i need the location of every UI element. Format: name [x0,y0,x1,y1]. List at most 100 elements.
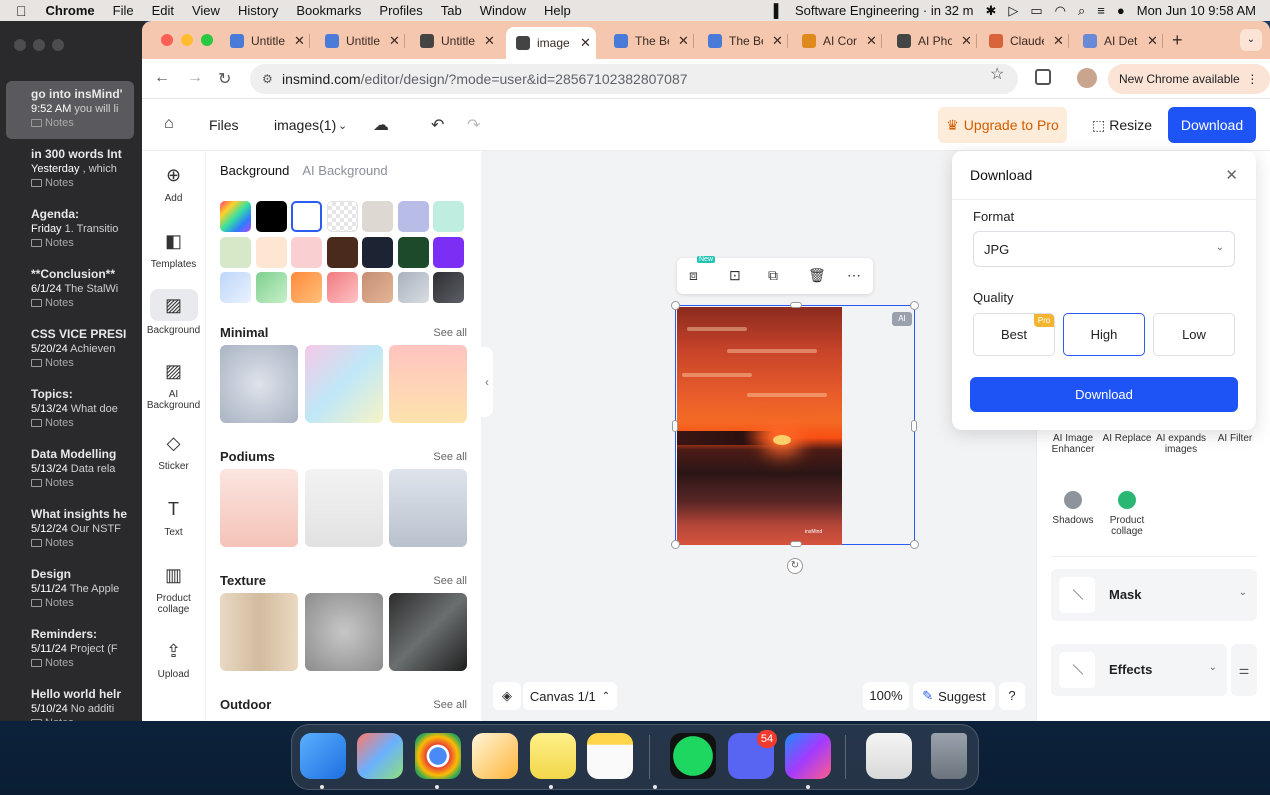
close-tab-icon[interactable]: ✕ [1147,33,1158,49]
files-button[interactable]: Files [209,117,239,133]
download-button[interactable]: Download [1168,107,1256,143]
note-item[interactable]: go into insMind' 9:52 AM you will li Notes [6,81,134,139]
calendar-event[interactable]: Software Engineering · in 32 m [795,3,973,18]
tab-ai-background[interactable]: AI Background [302,163,387,178]
close-tab-icon[interactable]: ✕ [678,33,689,49]
menu-bookmarks[interactable]: Bookmarks [287,3,370,18]
tab-2[interactable]: Untitle ✕ [315,27,405,55]
siri-icon[interactable]: ● [1117,3,1125,18]
tab-10[interactable]: AI Det ✕ [1073,27,1163,55]
color-swatch[interactable] [326,236,358,268]
stickies-icon[interactable] [530,733,576,779]
reload-icon[interactable]: ↻ [218,69,231,89]
menu-view[interactable]: View [183,3,229,18]
nav-sticker[interactable]: ◇ Sticker [142,431,205,472]
color-swatch[interactable] [362,272,393,303]
effects-settings-icon[interactable]: ⚌ [1231,644,1257,696]
tab-3[interactable]: Untitle ✕ [410,27,500,55]
chrome-icon[interactable] [415,733,461,779]
dialog-download-button[interactable]: Download [970,377,1238,412]
control-center-icon[interactable]: ≡ [1097,3,1105,18]
color-swatch[interactable] [220,201,251,232]
tab-7[interactable]: AI Cor ✕ [792,27,882,55]
duplicate-icon[interactable]: ⧉ [768,267,778,284]
preview-icon[interactable] [866,733,912,779]
home-icon[interactable]: ⌂ [164,115,174,133]
minimize-dot[interactable] [33,39,45,51]
note-item[interactable]: Data Modelling 5/13/24 Data rela Notes [6,441,134,499]
close-icon[interactable]: ✕ [1225,166,1238,184]
tab-background[interactable]: Background [220,163,289,178]
layers-icon[interactable]: ◈ [493,682,521,710]
tab-9[interactable]: Claude ✕ [979,27,1069,55]
close-tab-icon[interactable]: ✕ [484,33,495,49]
quality-high-option[interactable]: High [1063,313,1145,356]
note-item[interactable]: Reminders: 5/11/24 Project (F Notes [6,621,134,679]
background-thumbnail[interactable] [304,593,383,671]
tab-4[interactable]: image ✕ [506,27,596,59]
clock[interactable]: Mon Jun 10 9:58 AM [1137,3,1256,18]
forward-icon[interactable]: → [187,69,203,87]
note-item[interactable]: CSS VICE PRESI 5/20/24 Achieven Notes [6,321,134,379]
color-swatch[interactable] [433,272,464,303]
color-swatch[interactable] [255,272,287,303]
nav-text[interactable]: T Text [142,497,205,538]
note-item[interactable]: What insights he 5/12/24 Our NSTF Notes [6,501,134,559]
collapse-panel-handle[interactable]: ‹ [481,347,493,417]
tab-5[interactable]: The Be ✕ [604,27,694,55]
delete-icon[interactable]: 🗑 [808,267,826,284]
see-all-link[interactable]: See all [433,699,467,711]
right-tool[interactable]: AI Filter [1205,433,1265,444]
nav-background[interactable]: ▨ Background [142,289,205,336]
back-icon[interactable]: ← [154,69,170,87]
profile-avatar[interactable] [1077,68,1097,88]
quality-best-option[interactable]: Best Pro [973,313,1055,356]
color-swatch[interactable] [326,201,358,232]
filename-dropdown[interactable]: images(1) [274,117,336,133]
battery-icon[interactable]: ▭ [1030,3,1042,19]
note-item[interactable]: Agenda: Friday 1. Transitio Notes [6,201,134,259]
background-thumbnail[interactable] [389,593,467,671]
background-thumbnail[interactable] [220,469,298,547]
close-dot[interactable] [14,39,26,51]
bookmark-star-icon[interactable]: ☆ [990,64,1004,84]
resize-handle[interactable] [790,302,802,308]
close-tab-icon[interactable]: ✕ [580,35,591,51]
color-swatch[interactable] [362,201,393,232]
right-tool[interactable]: AI expands images [1151,433,1211,455]
color-swatch[interactable] [362,236,393,268]
resize-handle[interactable] [911,420,917,432]
bluetooth-icon[interactable]: ✱ [985,3,996,19]
cloud-sync-icon[interactable]: ☁ [373,115,389,135]
resize-button[interactable]: ⬚ Resize [1087,107,1157,143]
resize-handle[interactable] [671,301,680,310]
nav-templates[interactable]: ◧ Templates [142,229,205,270]
tab-1[interactable]: Untitle ✕ [220,27,310,55]
chevron-down-icon[interactable]: ⌄ [338,119,347,132]
play-icon[interactable]: ▷ [1008,3,1018,19]
notes-icon[interactable] [587,733,633,779]
crop-icon[interactable]: ⊡ [729,267,741,284]
close-tab-icon[interactable]: ✕ [294,33,305,49]
resize-handle[interactable] [910,540,919,549]
format-select[interactable]: JPG ⌄ [973,231,1235,267]
search-icon[interactable]: ⌕ [1078,3,1085,19]
background-thumbnail[interactable] [304,469,383,547]
ai-tool-icon[interactable]: ⧈ [689,267,698,284]
color-swatch[interactable] [397,236,429,268]
canvas-pages-button[interactable]: Canvas 1/1 ⌃ [523,682,617,710]
redo-icon[interactable]: ↷ [467,115,480,135]
color-swatch[interactable] [291,201,322,232]
color-swatch[interactable] [433,201,464,232]
nav-collage[interactable]: ▥ Product collage [142,563,205,615]
selected-image[interactable]: insMind AI [671,301,919,549]
close-tab-icon[interactable]: ✕ [866,33,877,49]
launchpad-icon[interactable] [357,733,403,779]
color-swatch[interactable] [220,236,251,268]
url-bar[interactable]: ⚙ insmind.com/editor/design/?mode=user&i… [250,64,1018,94]
resize-handle[interactable] [790,541,802,547]
extensions-icon[interactable] [1035,69,1051,85]
finder-icon[interactable] [300,733,346,779]
note-item[interactable]: in 300 words Int Yesterday , which Notes [6,141,134,199]
note-item[interactable]: **Conclusion** 6/1/24 The StalWi Notes [6,261,134,319]
